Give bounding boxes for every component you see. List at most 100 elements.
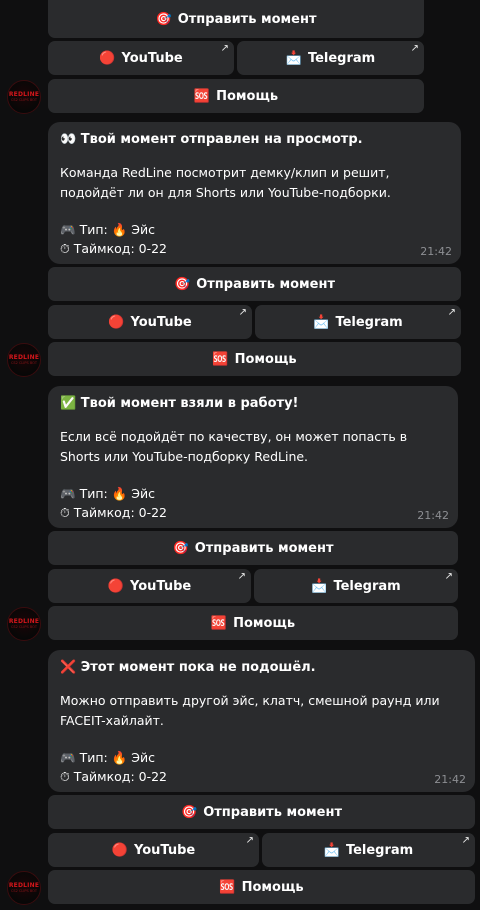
envelope-icon: 📩 bbox=[285, 50, 302, 66]
bot-avatar[interactable]: REDLINE CS2 CLIPS BOT bbox=[7, 607, 41, 641]
timecode-line: ⏱ Таймкод: 0-22 bbox=[60, 239, 449, 258]
bot-message: ❌ Этот момент пока не подошёл. Можно отп… bbox=[48, 650, 475, 792]
help-label: Помощь bbox=[241, 879, 304, 895]
external-link-icon: ↗ bbox=[461, 835, 470, 846]
telegram-link-button[interactable]: 📩 Telegram ↗ bbox=[237, 41, 424, 75]
sos-icon: 🆘 bbox=[210, 615, 228, 631]
clip-type-label: Тип: bbox=[79, 750, 108, 765]
message-meta: 🎮 Тип: 🔥 Эйс ⏱ Таймкод: 0-22 bbox=[60, 220, 449, 258]
message-title-text: Этот момент пока не подошёл. bbox=[80, 660, 316, 675]
external-link-icon: ↗ bbox=[245, 835, 254, 846]
timecode-value: 0-22 bbox=[138, 505, 168, 520]
envelope-icon: 📩 bbox=[323, 842, 340, 858]
message-time: 21:42 bbox=[434, 773, 466, 786]
avatar-logo-text: REDLINE bbox=[8, 91, 40, 98]
external-link-icon: ↗ bbox=[237, 571, 246, 582]
gamepad-icon: 🎮 bbox=[60, 486, 76, 501]
avatar-logo-subtext: CS2 CLIPS BOT bbox=[10, 98, 38, 102]
youtube-label: YouTube bbox=[129, 578, 192, 594]
telegram-link-button[interactable]: 📩 Telegram ↗ bbox=[262, 833, 475, 867]
fire-icon: 🔥 bbox=[111, 222, 128, 237]
clip-type-value: Эйс bbox=[131, 222, 155, 237]
avatar-logo-text: REDLINE bbox=[8, 882, 40, 889]
timecode-label: Таймкод: bbox=[73, 769, 135, 784]
bot-avatar[interactable]: REDLINE CS2 CLIPS BOT bbox=[7, 80, 41, 114]
envelope-icon: 📩 bbox=[313, 314, 330, 330]
submit-moment-button[interactable]: 🎯 Отправить момент bbox=[48, 0, 424, 38]
submit-moment-label: Отправить момент bbox=[203, 804, 342, 820]
bot-message: ✅ Твой момент взяли в работу! Если всё п… bbox=[48, 386, 458, 528]
clip-type-line: 🎮 Тип: 🔥 Эйс bbox=[60, 220, 449, 239]
external-link-icon: ↗ bbox=[220, 43, 229, 54]
clip-type-label: Тип: bbox=[79, 486, 108, 501]
external-link-icon: ↗ bbox=[447, 307, 456, 318]
timecode-line: ⏱ Таймкод: 0-22 bbox=[60, 767, 463, 786]
sos-icon: 🆘 bbox=[219, 879, 236, 895]
avatar-logo-subtext: CS2 CLIPS BOT bbox=[10, 889, 38, 893]
clip-type-label: Тип: bbox=[79, 222, 108, 237]
youtube-link-button[interactable]: 🔴 YouTube ↗ bbox=[48, 833, 259, 867]
target-icon: 🎯 bbox=[174, 276, 191, 292]
chat-feed: 🎯 Отправить момент 🔴 YouTube ↗ 📩 Telegra… bbox=[0, 0, 480, 910]
youtube-link-button[interactable]: 🔴 YouTube ↗ bbox=[48, 305, 252, 339]
help-button[interactable]: 🆘 Помощь bbox=[48, 606, 458, 640]
stopwatch-icon: ⏱ bbox=[60, 505, 70, 520]
submit-moment-button[interactable]: 🎯 Отправить момент bbox=[48, 267, 461, 301]
help-label: Помощь bbox=[233, 615, 296, 631]
fire-icon: 🔥 bbox=[111, 750, 128, 765]
timecode-line: ⏱ Таймкод: 0-22 bbox=[60, 503, 446, 522]
help-label: Помощь bbox=[234, 351, 297, 367]
red-circle-icon: 🔴 bbox=[99, 50, 116, 66]
external-link-icon: ↗ bbox=[410, 43, 419, 54]
red-circle-icon: 🔴 bbox=[107, 578, 124, 594]
bot-avatar[interactable]: REDLINE CS2 CLIPS BOT bbox=[7, 343, 41, 377]
telegram-link-button[interactable]: 📩 Telegram ↗ bbox=[254, 569, 458, 603]
message-meta: 🎮 Тип: 🔥 Эйс ⏱ Таймкод: 0-22 bbox=[60, 748, 463, 786]
message-title: ✅ Твой момент взяли в работу! bbox=[60, 395, 446, 413]
clip-type-value: Эйс bbox=[131, 750, 155, 765]
message-body: Можно отправить другой эйс, клатч, смешн… bbox=[60, 693, 440, 728]
sos-icon: 🆘 bbox=[193, 88, 211, 104]
telegram-label: Telegram bbox=[335, 314, 403, 330]
gamepad-icon: 🎮 bbox=[60, 750, 76, 765]
submit-moment-label: Отправить момент bbox=[194, 540, 334, 556]
sos-icon: 🆘 bbox=[212, 351, 229, 367]
cross-mark-icon: ❌ bbox=[60, 660, 77, 675]
telegram-label: Telegram bbox=[345, 842, 414, 858]
youtube-label: YouTube bbox=[130, 314, 192, 330]
avatar-logo-subtext: CS2 CLIPS BOT bbox=[10, 361, 38, 365]
youtube-link-button[interactable]: 🔴 YouTube ↗ bbox=[48, 41, 234, 75]
clip-type-line: 🎮 Тип: 🔥 Эйс bbox=[60, 748, 463, 767]
submit-moment-button[interactable]: 🎯 Отправить момент bbox=[48, 531, 458, 565]
check-mark-icon: ✅ bbox=[60, 396, 77, 411]
avatar-logo-text: REDLINE bbox=[8, 354, 40, 361]
avatar-logo-text: REDLINE bbox=[8, 618, 40, 625]
message-body: Если всё подойдёт по качеству, он может … bbox=[60, 429, 408, 464]
message-time: 21:42 bbox=[417, 509, 449, 522]
clip-type-line: 🎮 Тип: 🔥 Эйс bbox=[60, 484, 446, 503]
stopwatch-icon: ⏱ bbox=[60, 769, 70, 784]
message-title-text: Твой момент отправлен на просмотр. bbox=[80, 132, 363, 147]
fire-icon: 🔥 bbox=[111, 486, 128, 501]
telegram-label: Telegram bbox=[333, 578, 401, 594]
submit-moment-label: Отправить момент bbox=[196, 276, 335, 292]
avatar-logo-subtext: CS2 CLIPS BOT bbox=[10, 625, 38, 629]
submit-moment-button[interactable]: 🎯 Отправить момент bbox=[48, 795, 475, 829]
gamepad-icon: 🎮 bbox=[60, 222, 76, 237]
external-link-icon: ↗ bbox=[238, 307, 247, 318]
help-button[interactable]: 🆘 Помощь bbox=[48, 79, 424, 113]
timecode-label: Таймкод: bbox=[73, 241, 135, 256]
bot-avatar[interactable]: REDLINE CS2 CLIPS BOT bbox=[7, 871, 41, 905]
message-title: 👀 Твой момент отправлен на просмотр. bbox=[60, 131, 449, 149]
timecode-label: Таймкод: bbox=[73, 505, 135, 520]
youtube-label: YouTube bbox=[133, 842, 196, 858]
clip-type-value: Эйс bbox=[131, 486, 155, 501]
youtube-link-button[interactable]: 🔴 YouTube ↗ bbox=[48, 569, 251, 603]
help-label: Помощь bbox=[216, 88, 279, 104]
message-title-text: Твой момент взяли в работу! bbox=[80, 396, 299, 411]
external-link-icon: ↗ bbox=[444, 571, 453, 582]
help-button[interactable]: 🆘 Помощь bbox=[48, 870, 475, 904]
help-button[interactable]: 🆘 Помощь bbox=[48, 342, 461, 376]
stopwatch-icon: ⏱ bbox=[60, 241, 70, 256]
telegram-link-button[interactable]: 📩 Telegram ↗ bbox=[255, 305, 461, 339]
